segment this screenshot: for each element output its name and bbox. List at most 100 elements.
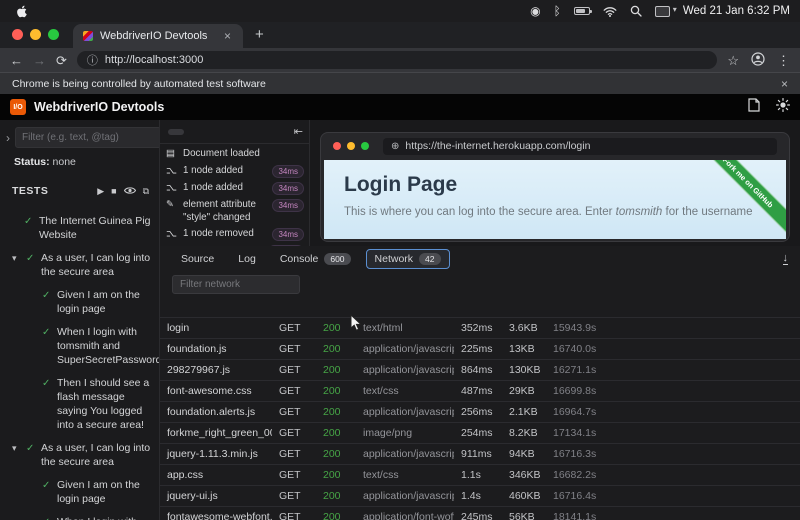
tab-close-icon[interactable]: ×	[222, 29, 233, 43]
banner-close-icon[interactable]: ×	[781, 77, 788, 91]
address-bar[interactable]: ⓘ http://localhost:3000	[77, 51, 717, 69]
action-item[interactable]: 1 node added 34ms	[166, 164, 304, 178]
bluetooth-icon[interactable]: ᛒ	[554, 4, 561, 18]
preview-page-title: Login Page	[344, 173, 786, 197]
cell-content-type: text/css	[356, 385, 454, 397]
copy-stack-icon[interactable]: ⧉	[143, 186, 149, 197]
network-row[interactable]: font-awesome.css GET 200 text/css 487ms …	[160, 380, 800, 401]
run-tests-icon[interactable]: ▶	[97, 186, 104, 197]
devtools-tab-label: Console	[280, 253, 319, 265]
cell-content-type: application/font-woff2	[356, 511, 454, 520]
action-item[interactable]: 1 node added 34ms	[166, 181, 304, 195]
cell-method: GET	[272, 406, 316, 418]
devtools-tab[interactable]: Network 42	[366, 249, 450, 269]
network-row[interactable]: jquery-1.11.3.min.js GET 200 application…	[160, 443, 800, 464]
network-row[interactable]: foundation.js GET 200 application/javasc…	[160, 338, 800, 359]
test-tree-item[interactable]: As a user, I can log into the secure are…	[0, 441, 159, 469]
reload-icon[interactable]: ⟳	[56, 54, 67, 67]
test-tree-item[interactable]: Given I am on the login page	[0, 478, 159, 506]
devtools-tab[interactable]: Log	[229, 249, 265, 269]
chevron-down-icon[interactable]	[12, 441, 21, 469]
test-tree-item[interactable]: When I login with foobar and barfoo	[0, 515, 159, 520]
stop-tests-icon[interactable]: ■	[111, 186, 116, 196]
browser-menu-icon[interactable]: ⋮	[777, 54, 790, 67]
webdriverio-favicon	[83, 31, 93, 41]
action-item[interactable]: Document loaded	[166, 147, 304, 161]
cell-method: GET	[272, 511, 316, 520]
test-filter-input[interactable]	[15, 127, 160, 148]
network-row[interactable]: 298279967.js GET 200 application/javascr…	[160, 359, 800, 380]
actions-panel-tab[interactable]	[186, 129, 202, 135]
network-row[interactable]: fontawesome-webfont.wof... GET 200 appli…	[160, 506, 800, 520]
action-item-icon	[166, 181, 177, 194]
actions-panel-tab[interactable]	[168, 129, 184, 135]
apple-logo-icon[interactable]	[16, 4, 30, 18]
cell-name: 298279967.js	[160, 364, 272, 376]
report-icon[interactable]	[748, 98, 760, 117]
forward-icon[interactable]: →	[33, 54, 46, 67]
wifi-icon[interactable]	[603, 6, 617, 17]
cell-size: 29KB	[502, 385, 546, 397]
cell-status: 200	[316, 511, 356, 520]
chevron-down-icon[interactable]	[12, 251, 21, 279]
panel-collapse-icon[interactable]: ⇤	[294, 125, 303, 138]
test-tree-item[interactable]: Then I should see a flash message saying…	[0, 376, 159, 432]
test-tree-item[interactable]: When I login with tomsmith and SuperSecr…	[0, 325, 159, 367]
cell-size: 3.6KB	[502, 322, 546, 334]
network-row[interactable]: jquery-ui.js GET 200 application/javascr…	[160, 485, 800, 506]
minimize-window-button[interactable]	[30, 29, 41, 40]
check-icon	[26, 441, 36, 469]
menubar-clock[interactable]: Wed 21 Jan 6:32 PM	[683, 5, 790, 17]
cell-status: 200	[316, 364, 356, 376]
network-row[interactable]: app.css GET 200 text/css 1.1s 346KB 1668…	[160, 464, 800, 485]
cell-size: 460KB	[502, 490, 546, 502]
network-filter-input[interactable]	[172, 275, 300, 294]
tab-title: WebdriverIO Devtools	[100, 30, 215, 42]
network-row[interactable]: foundation.alerts.js GET 200 application…	[160, 401, 800, 422]
devtools-tab[interactable]: Console 600	[271, 249, 360, 269]
network-row[interactable]: login GET 200 text/html 352ms 3.6KB 1594…	[160, 317, 800, 338]
test-tree-item[interactable]: The Internet Guinea Pig Website	[0, 214, 159, 242]
action-item[interactable]: 1 node removed 34ms	[166, 227, 304, 241]
test-tree-item[interactable]: As a user, I can log into the secure are…	[0, 251, 159, 279]
battery-icon[interactable]	[574, 7, 590, 15]
check-icon	[42, 478, 52, 506]
action-item-icon	[166, 198, 177, 211]
input-source-icon[interactable]	[655, 6, 670, 17]
check-icon	[42, 325, 52, 367]
actions-panel: ⇤ Document loaded 1 node added 34ms 1 no	[160, 120, 310, 246]
network-row[interactable]: forkme_right_green_0072... GET 200 image…	[160, 422, 800, 443]
download-icon[interactable]: ↓	[783, 253, 789, 265]
cell-duration: 245ms	[454, 511, 502, 520]
cell-status: 200	[316, 427, 356, 439]
cell-status: 200	[316, 385, 356, 397]
webdriverio-logo: I/O	[10, 99, 26, 115]
test-title: As a user, I can log into the secure are…	[41, 441, 153, 469]
record-icon[interactable]: ◉	[530, 4, 540, 18]
mini-address-url: https://the-internet.herokuapp.com/login	[405, 140, 590, 152]
cell-start: 17134.1s	[546, 427, 800, 439]
profile-avatar-icon[interactable]	[751, 52, 765, 68]
close-window-button[interactable]	[12, 29, 23, 40]
sidebar-collapse-icon[interactable]: ›	[6, 131, 10, 145]
new-tab-button[interactable]: +	[255, 26, 264, 43]
devtools-tab-label: Source	[181, 253, 214, 265]
site-info-icon[interactable]: ⓘ	[87, 52, 98, 68]
bookmark-star-icon[interactable]: ☆	[727, 54, 739, 67]
back-icon[interactable]: ←	[10, 54, 23, 67]
test-title: When I login with foobar and barfoo	[57, 515, 153, 520]
theme-toggle-sun-icon[interactable]	[776, 98, 790, 117]
fork-me-ribbon[interactable]: Fork me on GitHub	[685, 160, 786, 239]
macos-menubar: ◉ ᛒ Wed 21 Jan 6:32 PM	[0, 0, 800, 22]
browser-tab[interactable]: WebdriverIO Devtools ×	[73, 24, 243, 48]
action-item[interactable]: element attribute "style" changed 34ms	[166, 198, 304, 224]
browser-preview-area: ⊕ https://the-internet.herokuapp.com/log…	[310, 120, 800, 246]
devtools-tab[interactable]: Source	[172, 249, 223, 269]
test-title: The Internet Guinea Pig Website	[39, 214, 153, 242]
watch-eye-icon[interactable]	[124, 182, 136, 200]
cell-size: 56KB	[502, 511, 546, 520]
test-tree-item[interactable]: Given I am on the login page	[0, 288, 159, 316]
zoom-window-button[interactable]	[48, 29, 59, 40]
cell-duration: 1.4s	[454, 490, 502, 502]
spotlight-search-icon[interactable]	[630, 5, 642, 17]
